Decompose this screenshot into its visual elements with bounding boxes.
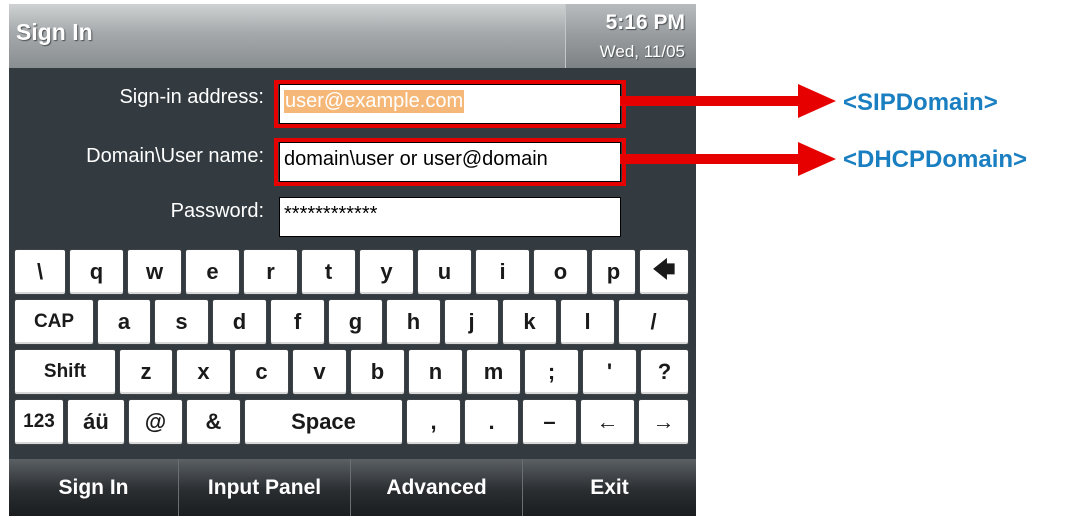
key-w[interactable]: w — [127, 249, 182, 295]
title-bar: Sign In 5:16 PM Wed, 11/05 — [9, 4, 696, 68]
key-x[interactable]: x — [176, 349, 231, 395]
key-question-mark[interactable]: ? — [640, 349, 689, 395]
key-z[interactable]: z — [119, 349, 173, 395]
key-l[interactable]: l — [560, 299, 615, 345]
backspace-key-icon[interactable]: 🡄 — [639, 249, 689, 295]
clock: 5:16 PM Wed, 11/05 — [565, 4, 696, 68]
key-accented[interactable]: áü — [67, 399, 125, 445]
password-value: ************ — [284, 203, 378, 225]
clock-time: 5:16 PM — [605, 11, 685, 34]
key-ampersand[interactable]: & — [186, 399, 241, 445]
sip-domain-callout: <SIPDomain> — [843, 89, 998, 116]
space-key[interactable]: Space — [244, 399, 403, 445]
key-period[interactable]: . — [464, 399, 519, 445]
key-semicolon[interactable]: ; — [524, 349, 579, 395]
sign-in-softkey[interactable]: Sign In — [9, 459, 179, 516]
key-v[interactable]: v — [292, 349, 347, 395]
softkey-bar: Sign In Input Panel Advanced Exit — [9, 459, 696, 516]
key-b[interactable]: b — [350, 349, 405, 395]
key-comma[interactable]: , — [406, 399, 461, 445]
advanced-softkey[interactable]: Advanced — [351, 459, 523, 516]
key-h[interactable]: h — [386, 299, 441, 345]
key-u[interactable]: u — [417, 249, 472, 295]
key-p[interactable]: p — [591, 249, 636, 295]
password-field[interactable]: ************ — [279, 197, 621, 237]
key-dash[interactable]: – — [522, 399, 577, 445]
key-shift[interactable]: Shift — [14, 349, 116, 395]
domain-user-highlight — [274, 138, 626, 186]
key-t[interactable]: t — [301, 249, 356, 295]
key-a[interactable]: a — [97, 299, 151, 345]
key-j[interactable]: j — [444, 299, 499, 345]
key-at[interactable]: @ — [128, 399, 183, 445]
key-m[interactable]: m — [466, 349, 521, 395]
key-y[interactable]: y — [359, 249, 414, 295]
key-k[interactable]: k — [502, 299, 557, 345]
input-panel-softkey[interactable]: Input Panel — [179, 459, 351, 516]
key-d[interactable]: d — [212, 299, 267, 345]
key-g[interactable]: g — [328, 299, 383, 345]
key-f[interactable]: f — [270, 299, 325, 345]
key-s[interactable]: s — [154, 299, 209, 345]
key-slash[interactable]: / — [618, 299, 689, 345]
sign-in-address-highlight — [274, 80, 626, 128]
app-title: Sign In — [16, 19, 93, 45]
left-arrow-key-icon[interactable]: ← — [580, 399, 635, 445]
right-arrow-key-icon[interactable]: → — [638, 399, 689, 445]
key-123[interactable]: 123 — [14, 399, 64, 445]
key-backslash[interactable]: \ — [14, 249, 66, 295]
sip-arrow-icon — [620, 84, 836, 118]
key-n[interactable]: n — [408, 349, 463, 395]
key-r[interactable]: r — [243, 249, 298, 295]
domain-user-label: Domain\User name: — [86, 145, 264, 167]
dhcp-arrow-icon — [620, 142, 836, 176]
key-apostrophe[interactable]: ' — [582, 349, 637, 395]
key-caps[interactable]: CAP — [14, 299, 94, 345]
key-q[interactable]: q — [69, 249, 124, 295]
phone-screen: Sign In 5:16 PM Wed, 11/05 Sign-in addre… — [9, 4, 696, 516]
dhcp-domain-callout: <DHCPDomain> — [843, 146, 1028, 173]
key-i[interactable]: i — [475, 249, 530, 295]
password-label: Password: — [170, 200, 264, 222]
key-e[interactable]: e — [185, 249, 240, 295]
exit-softkey[interactable]: Exit — [523, 459, 696, 516]
clock-date: Wed, 11/05 — [599, 42, 685, 61]
sign-in-address-label: Sign-in address: — [119, 86, 264, 108]
key-c[interactable]: c — [234, 349, 289, 395]
key-o[interactable]: o — [533, 249, 588, 295]
